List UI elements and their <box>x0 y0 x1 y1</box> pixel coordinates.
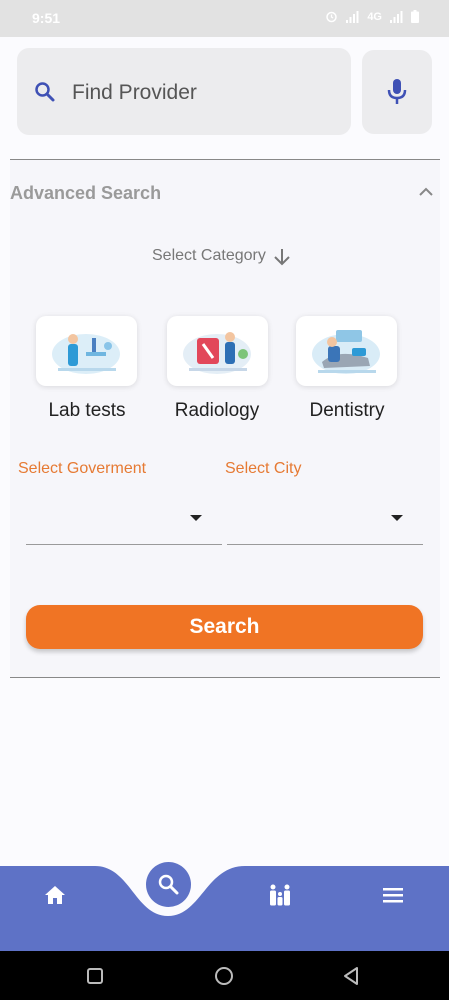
home-icon <box>45 886 65 904</box>
dentistry-illustration <box>312 330 380 374</box>
advanced-search-title[interactable]: Advanced Search <box>10 183 161 204</box>
bottom-navigation <box>0 866 449 951</box>
signal-icon-2 <box>390 10 403 23</box>
category-radiology[interactable] <box>167 316 268 386</box>
search-icon <box>35 82 55 102</box>
system-navigation-bar <box>0 951 449 1000</box>
search-placeholder: Find Provider <box>72 81 197 104</box>
voice-search-button[interactable] <box>362 50 432 134</box>
dropdown-caret-icon <box>190 515 202 521</box>
lab-tests-illustration <box>52 334 120 374</box>
select-government-label: Select Goverment <box>18 460 147 477</box>
network-label: 4G <box>367 10 382 23</box>
radiology-illustration <box>183 332 251 374</box>
select-city-label: Select City <box>225 460 302 477</box>
category-lab-tests[interactable] <box>36 316 137 386</box>
search-input[interactable]: Find Provider <box>17 48 351 135</box>
recents-icon[interactable] <box>86 967 104 985</box>
home-circle-icon[interactable] <box>214 966 234 986</box>
government-dropdown[interactable] <box>26 505 222 545</box>
status-icons: 4G <box>325 10 419 23</box>
battery-icon <box>411 10 419 23</box>
nav-search-button[interactable] <box>146 862 191 907</box>
category-label-radiology: Radiology <box>174 400 260 421</box>
nav-home[interactable] <box>43 884 69 906</box>
select-category-label: Select Category <box>152 247 266 264</box>
nav-menu[interactable] <box>381 884 407 906</box>
dropdown-caret-icon <box>391 515 403 521</box>
bottom-nav-background <box>0 866 449 951</box>
chevron-up-icon[interactable] <box>418 186 434 198</box>
back-icon[interactable] <box>342 966 360 986</box>
search-button[interactable]: Search <box>26 605 423 649</box>
status-time: 9:51 <box>32 10 61 26</box>
nav-family[interactable] <box>267 884 293 906</box>
alarm-icon <box>326 11 338 23</box>
status-bar: 9:51 4G <box>0 0 449 37</box>
city-dropdown[interactable] <box>227 505 423 545</box>
mic-icon <box>387 79 407 104</box>
category-label-dentistry: Dentistry <box>309 400 385 421</box>
family-icon <box>270 884 290 906</box>
category-dentistry[interactable] <box>296 316 397 386</box>
search-icon <box>158 874 179 895</box>
divider-top <box>10 159 440 160</box>
divider-bottom <box>10 677 440 678</box>
arrow-down-icon <box>274 249 290 266</box>
signal-icon <box>346 10 359 23</box>
menu-icon <box>383 888 403 903</box>
category-label-lab-tests: Lab tests <box>48 400 126 421</box>
